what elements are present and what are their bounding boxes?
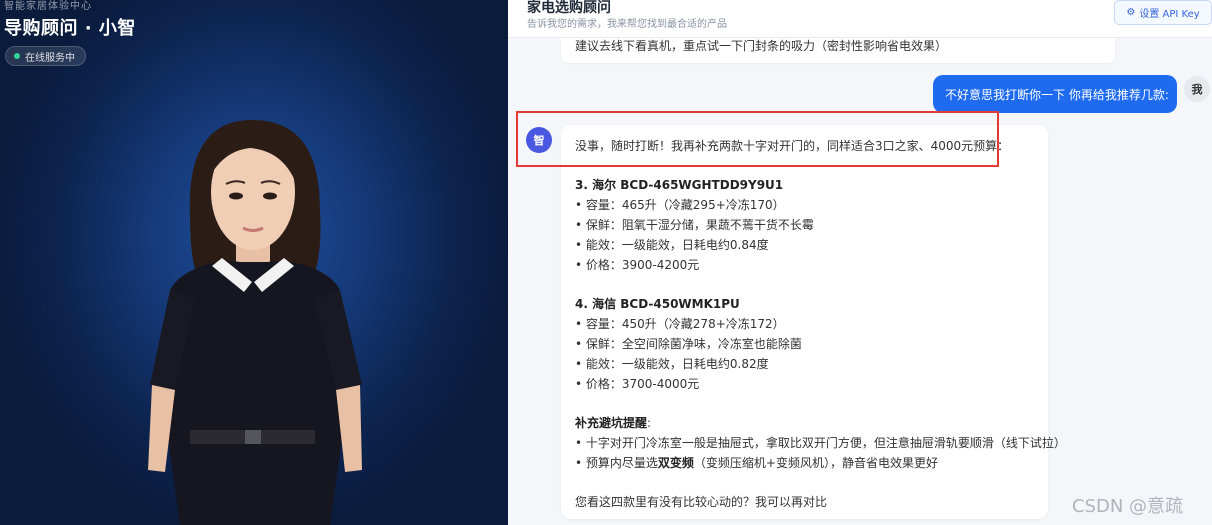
- status-label: 在线服务中: [25, 52, 75, 64]
- avatar-panel: 智能家居体验中心 导购顾问 · 小智 在线服务中: [0, 0, 508, 525]
- product-spec: • 价格：3900-4200元: [575, 258, 700, 272]
- kicker-text: 智能家居体验中心: [4, 1, 92, 12]
- product-spec: • 保鲜：全空间除菌净味，冷冻室也能除菌: [575, 337, 802, 351]
- user-avatar: 我: [1184, 76, 1210, 102]
- product-spec: • 价格：3700-4000元: [575, 377, 700, 391]
- product-spec: • 能效：一级能效，日耗电约0.84度: [575, 238, 769, 252]
- set-api-key-button[interactable]: ⚙ 设置 API Key: [1114, 0, 1212, 25]
- chat-header: 家电选购顾问 告诉我您的需求，我来帮您找到最合适的产品 ⚙ 设置 API Key: [508, 0, 1212, 38]
- user-message: 不好意思我打断你一下 你再给我推荐几款:: [933, 75, 1177, 113]
- tip-suffix: （变频压缩机+变频风机），静音省电效果更好: [693, 456, 938, 470]
- product-spec: • 能效：一级能效，日耗电约0.82度: [575, 357, 769, 371]
- gear-icon: ⚙: [1126, 7, 1136, 18]
- closing-question: 您看这四款里有没有比较心动的？我可以再对比: [575, 495, 828, 509]
- assistant-title: 导购顾问 · 小智: [4, 18, 136, 39]
- product-title: 4. 海信 BCD-450WMK1PU: [575, 297, 740, 311]
- status-badge: 在线服务中: [5, 46, 86, 66]
- bot-intro: 没事，随时打断！我再补充两款十字对开门的，同样适合3口之家、4000元预算：: [575, 139, 1010, 153]
- api-button-label: 设置 API Key: [1139, 9, 1200, 20]
- tips-heading: 补充避坑提醒:: [575, 413, 1035, 433]
- watermark: CSDN @意疏: [1072, 496, 1184, 517]
- tip-item: • 预算内尽量选双变频（变频压缩机+变频风机），静音省电效果更好: [575, 453, 1035, 473]
- online-dot-icon: [14, 53, 20, 59]
- product-spec: • 容量：465升（冷藏295+冷冻170）: [575, 198, 785, 212]
- product-spec: • 保鲜：阻氧干湿分储，果蔬不蔫干货不长霉: [575, 218, 814, 232]
- tip-item: • 十字对开门冷冻室一般是抽屉式，拿取比双开门方便，但注意抽屉滑轨要顺滑（线下试…: [575, 436, 1066, 450]
- bot-avatar: 智: [526, 127, 552, 153]
- tips-title: 补充避坑提醒: [575, 416, 648, 430]
- bot-message: 没事，随时打断！我再补充两款十字对开门的，同样适合3口之家、4000元预算： 3…: [561, 125, 1066, 519]
- tip-emphasis: 双变频: [657, 456, 694, 470]
- tip-prefix: • 预算内尽量选: [575, 456, 658, 470]
- product-spec: • 容量：450升（冷藏278+冷冻172）: [575, 317, 785, 331]
- chat-subtitle: 告诉我您的需求，我来帮您找到最合适的产品: [527, 19, 727, 30]
- tips-colon: :: [647, 416, 652, 430]
- chat-panel: 家电选购顾问 告诉我您的需求，我来帮您找到最合适的产品 ⚙ 设置 API Key…: [508, 0, 1212, 525]
- virtual-assistant-avatar: [148, 120, 362, 525]
- product-title: 3. 海尔 BCD-465WGHTDD9Y9U1: [575, 178, 784, 192]
